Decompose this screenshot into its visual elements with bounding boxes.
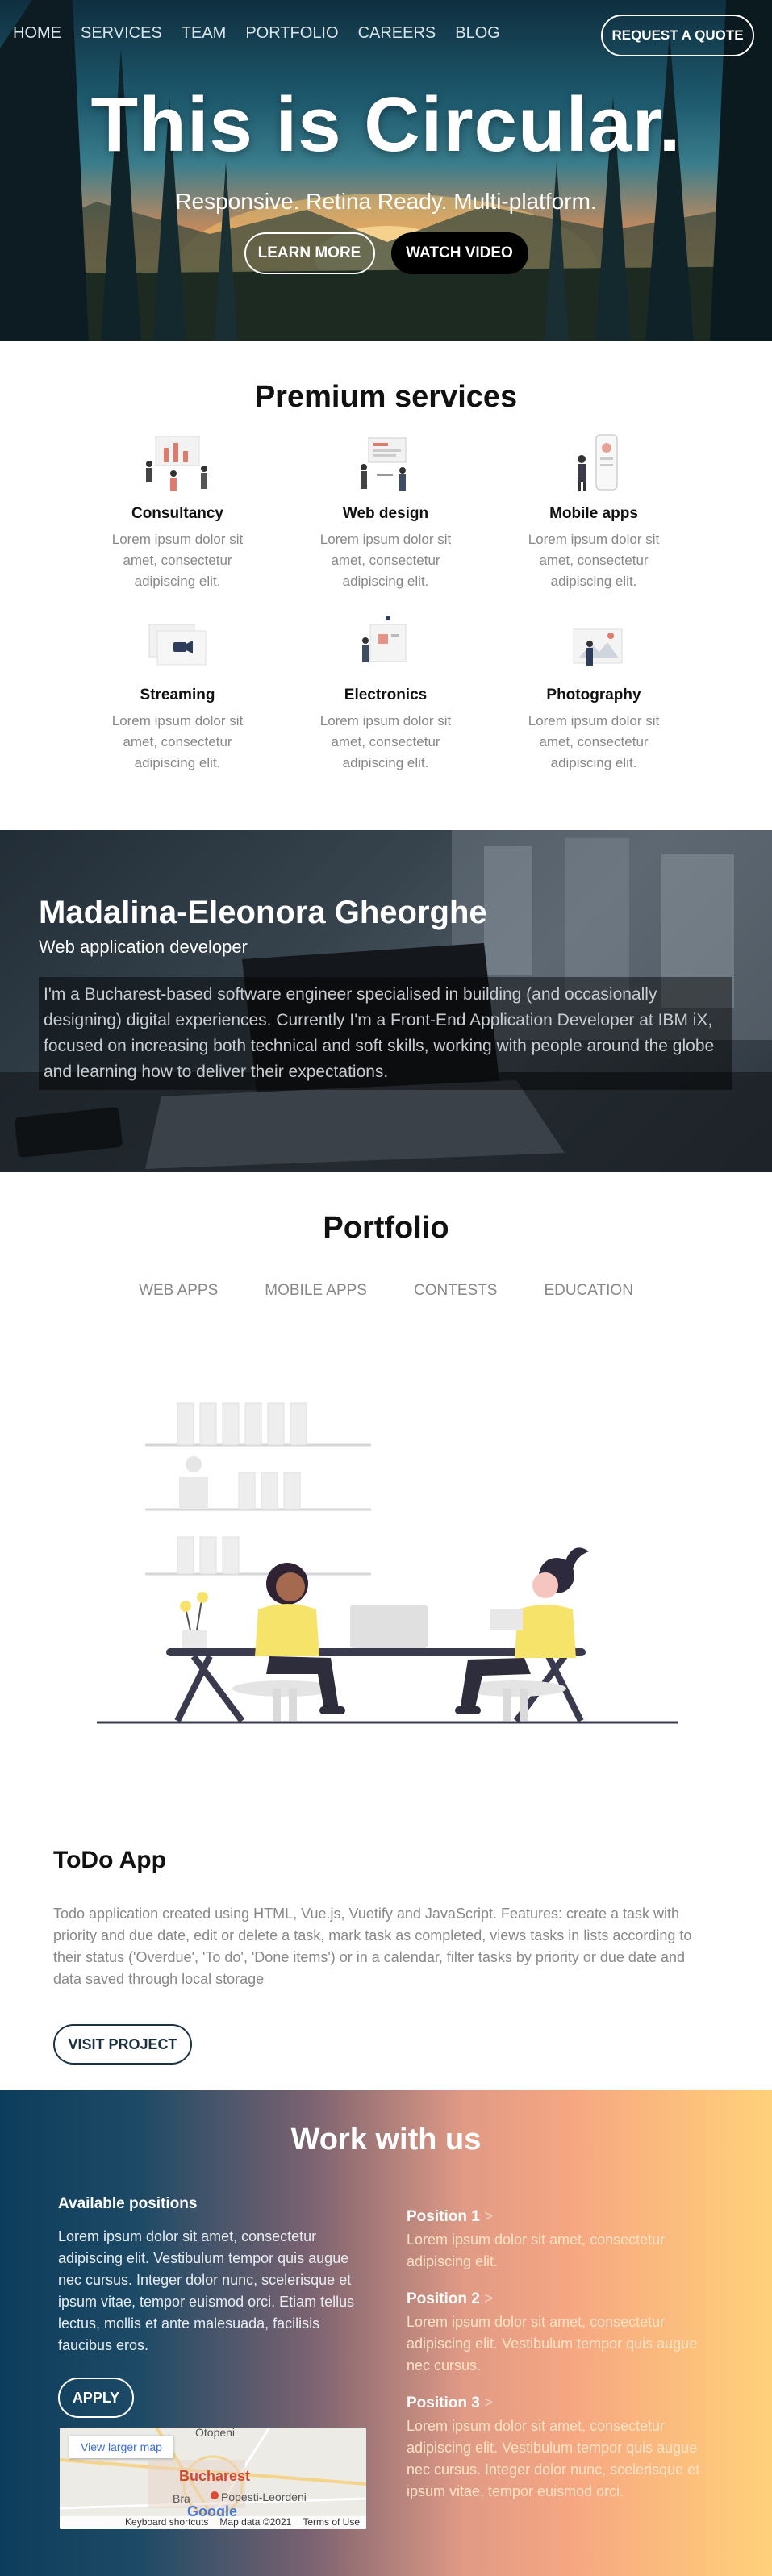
nav-links: HOME SERVICES TEAM PORTFOLIO CAREERS BLO… (13, 24, 520, 43)
service-desc: Lorem ipsum dolor sit amet, consectetur … (319, 532, 452, 589)
nav-home[interactable]: HOME (13, 24, 61, 43)
coworking-illustration (97, 1402, 678, 1724)
positions-list: Position 1 > Lorem ipsum dolor sit amet,… (407, 2208, 713, 2520)
video-streaming-illustration (148, 624, 207, 666)
request-quote-button[interactable]: REQUEST A QUOTE (601, 15, 754, 56)
service-desc: Lorem ipsum dolor sit amet, consectetur … (528, 532, 660, 589)
work-title: Work with us (290, 2123, 482, 2156)
services-title: Premium services (254, 380, 518, 414)
tab-education[interactable]: EDUCATION (544, 1282, 632, 1300)
learn-more-button[interactable]: LEARN MORE (244, 232, 375, 274)
service-mobile-apps: Mobile apps Lorem ipsum dolor sit amet, … (490, 432, 698, 592)
chevron-right-icon: > (484, 2290, 494, 2307)
chevron-right-icon: > (484, 2394, 494, 2411)
portfolio-section: Portfolio WEB APPS MOBILE APPS CONTESTS … (0, 1172, 772, 2090)
web-design-illustration (361, 437, 407, 491)
location-map[interactable]: View larger map Otopeni Bucharest Popest… (60, 2428, 366, 2529)
service-streaming: Streaming Lorem ipsum dolor sit amet, co… (73, 613, 282, 774)
team-presentation-illustration (146, 436, 207, 491)
service-title: Mobile apps (549, 505, 638, 522)
nav-portfolio[interactable]: PORTFOLIO (245, 24, 338, 43)
profile-bio: I'm a Bucharest-based software engineer … (39, 977, 732, 1090)
project-title: ToDo App (53, 1847, 166, 1873)
photography-illustration (573, 628, 623, 666)
work-with-us-section: Work with us Available positions Lorem i… (0, 2090, 772, 2576)
nav-blog[interactable]: BLOG (455, 24, 500, 43)
hero-actions: LEARN MORE WATCH VIDEO (0, 232, 772, 274)
hero-section: HOME SERVICES TEAM PORTFOLIO CAREERS BLO… (0, 0, 772, 341)
map-data-text: Map data ©2021 (219, 2516, 292, 2528)
watch-video-button[interactable]: WATCH VIDEO (390, 232, 528, 274)
position-title: Position 3 (407, 2394, 480, 2411)
map-label-popesti: Popesti-Leordeni (221, 2490, 307, 2503)
service-title: Photography (546, 687, 641, 703)
tab-web-apps[interactable]: WEB APPS (139, 1282, 218, 1300)
position-desc: Lorem ipsum dolor sit amet, consectetur … (407, 2314, 698, 2374)
apply-button[interactable]: APPLY (58, 2378, 134, 2418)
service-title: Streaming (140, 687, 215, 703)
position-item[interactable]: Position 2 > Lorem ipsum dolor sit amet,… (407, 2290, 713, 2377)
map-label-otopeni: Otopeni (195, 2428, 236, 2439)
map-footer: Keyboard shortcuts Map data ©2021 Terms … (60, 2516, 366, 2529)
nav-careers[interactable]: CAREERS (358, 24, 436, 43)
view-larger-map-link[interactable]: View larger map (69, 2436, 173, 2458)
service-desc: Lorem ipsum dolor sit amet, consectetur … (111, 713, 244, 770)
map-city-label: Bucharest (179, 2468, 251, 2484)
service-photography: Photography Lorem ipsum dolor sit amet, … (490, 613, 698, 774)
position-desc: Lorem ipsum dolor sit amet, consectetur … (407, 2418, 700, 2499)
project-description: Todo application created using HTML, Vue… (53, 1906, 692, 1987)
service-desc: Lorem ipsum dolor sit amet, consectetur … (319, 713, 452, 770)
position-title: Position 2 (407, 2290, 480, 2307)
service-title: Web design (342, 505, 429, 522)
service-desc: Lorem ipsum dolor sit amet, consectetur … (528, 713, 660, 770)
portfolio-tabs: WEB APPS MOBILE APPS CONTESTS EDUCATION (0, 1282, 772, 1300)
tab-contests[interactable]: CONTESTS (414, 1282, 497, 1300)
nav-services[interactable]: SERVICES (81, 24, 162, 43)
portfolio-title: Portfolio (323, 1211, 449, 1245)
top-nav: HOME SERVICES TEAM PORTFOLIO CAREERS BLO… (0, 0, 772, 68)
service-electronics: Electronics Lorem ipsum dolor sit amet, … (282, 613, 490, 774)
profile-section: Madalina-Eleonora Gheorghe Web applicati… (0, 830, 772, 1172)
terms-of-use-link[interactable]: Terms of Use (303, 2516, 360, 2529)
position-item[interactable]: Position 1 > Lorem ipsum dolor sit amet,… (407, 2208, 713, 2273)
profile-role: Web application developer (39, 937, 248, 957)
visit-project-button[interactable]: VISIT PROJECT (53, 2024, 192, 2065)
services-section: Premium services Consultancy Lorem ipsum… (0, 341, 772, 830)
service-consultancy: Consultancy Lorem ipsum dolor sit amet, … (73, 432, 282, 592)
profile-name: Madalina-Eleonora Gheorghe (39, 895, 487, 930)
nav-team[interactable]: TEAM (182, 24, 227, 43)
service-web-design: Web design Lorem ipsum dolor sit amet, c… (282, 432, 490, 592)
keyboard-shortcuts-link[interactable]: Keyboard shortcuts (125, 2516, 208, 2529)
service-title: Consultancy (131, 505, 224, 522)
services-grid: Consultancy Lorem ipsum dolor sit amet, … (73, 432, 698, 774)
service-desc: Lorem ipsum dolor sit amet, consectetur … (111, 532, 244, 589)
mobile-app-illustration (578, 434, 618, 491)
work-description: Lorem ipsum dolor sit amet, consectetur … (58, 2228, 355, 2353)
hero-title: This is Circular. (90, 81, 682, 168)
position-desc: Lorem ipsum dolor sit amet, consectetur … (407, 2232, 666, 2269)
electronics-illustration (362, 616, 407, 662)
hero-subtitle: Responsive. Retina Ready. Multi-platform… (175, 189, 597, 214)
position-title: Position 1 (407, 2208, 480, 2225)
chevron-right-icon: > (484, 2208, 494, 2225)
service-title: Electronics (344, 687, 428, 703)
position-item[interactable]: Position 3 > Lorem ipsum dolor sit amet,… (407, 2394, 713, 2503)
tab-mobile-apps[interactable]: MOBILE APPS (265, 1282, 367, 1300)
available-positions-heading: Available positions (58, 2195, 198, 2212)
